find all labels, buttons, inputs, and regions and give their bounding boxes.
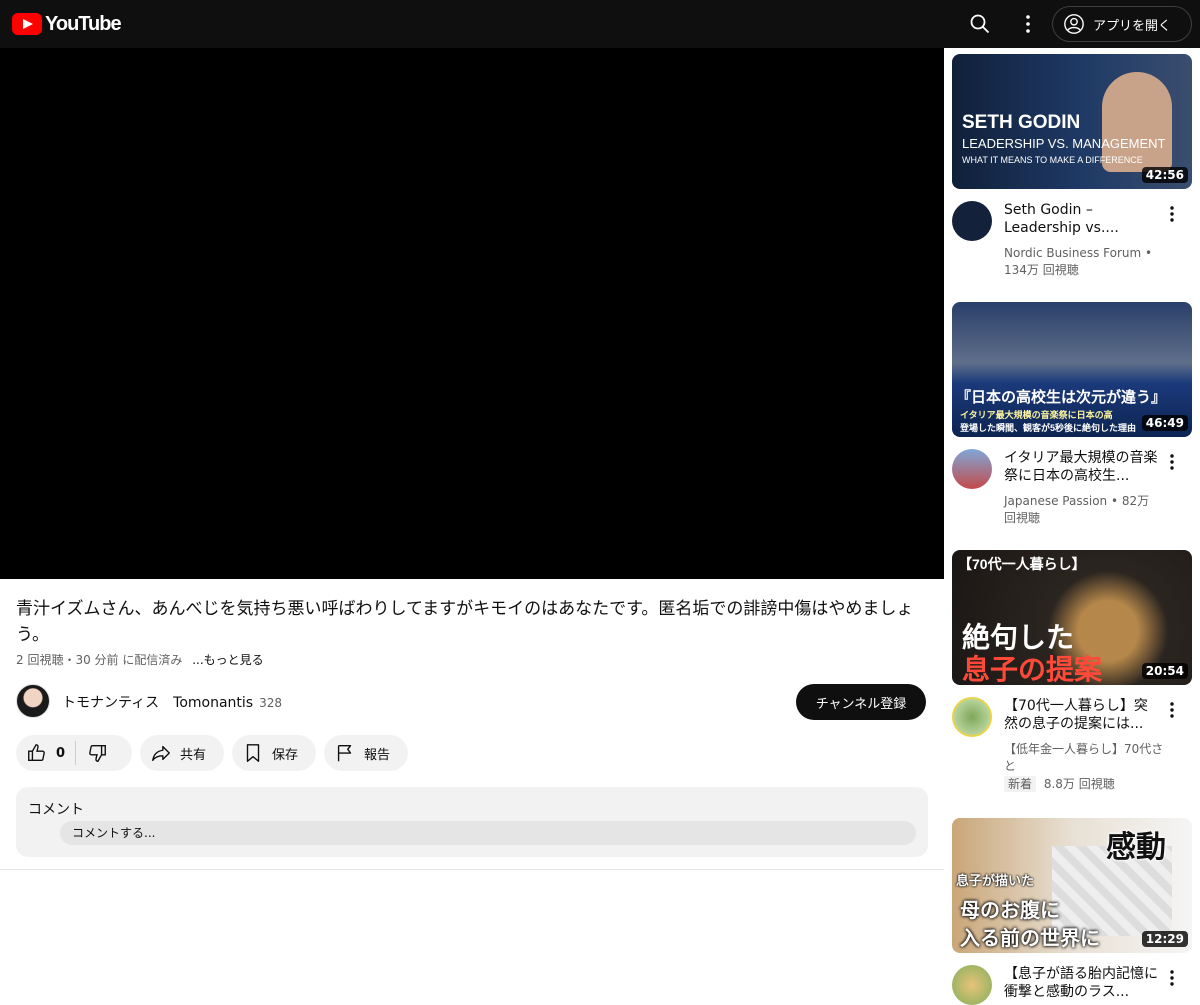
thumb-line: LEADERSHIP VS. MANAGEMENT [962, 136, 1166, 151]
subscribe-button[interactable]: チャンネル登録 [796, 684, 926, 720]
video-meta: 【低年金一人暮らし】70代さと 新着 8.8万 回視聴 [1004, 741, 1164, 793]
channel-name: Nordic Business Forum [1004, 246, 1142, 260]
channel-row: トモナンティス Tomonantis 328 チャンネル登録 [16, 684, 926, 720]
video-thumbnail[interactable]: 感動 息子が描いた 母のお腹に 入る前の世界に 12:29 [952, 818, 1192, 953]
save-label: 保存 [272, 747, 299, 763]
channel-avatar[interactable] [952, 965, 992, 1005]
thumb-line: 母のお腹に [960, 900, 1060, 922]
save-button[interactable]: 保存 [232, 735, 316, 771]
video-title: 青汁イズムさん、あんべじを気持ち悪い呼ばわりしてますがキモイのはあなたです。匿名… [16, 599, 914, 645]
duration-badge: 12:29 [1141, 931, 1188, 947]
logo-text: YouTube [45, 12, 122, 35]
thumb-line: 登場した瞬間、観客が5秒後に絶句した理由 [960, 423, 1137, 433]
account-icon [1064, 14, 1084, 34]
dislike-button[interactable] [86, 742, 108, 764]
more-vert-icon[interactable] [1164, 452, 1180, 472]
recommendation-item[interactable]: SETH GODIN LEADERSHIP VS. MANAGEMENT WHA… [952, 54, 1192, 294]
search-icon[interactable] [968, 12, 992, 36]
thumb-line: SETH GODIN [962, 112, 1081, 133]
comment-input[interactable]: コメントする... [60, 821, 916, 845]
video-thumbnail[interactable]: 【70代一人暮らし】 絶句した 息子の提案 20:54 [952, 550, 1192, 685]
bookmark-icon [246, 744, 260, 762]
more-vert-icon[interactable] [1164, 968, 1180, 988]
report-label: 報告 [364, 747, 391, 763]
open-app-label: アプリを開く [1093, 17, 1172, 33]
subscriber-count: 328 [259, 696, 283, 710]
channel-avatar[interactable] [16, 684, 50, 718]
thumb-line: 息子が描いた [956, 873, 1035, 888]
thumb-line: 感動 [1106, 831, 1166, 864]
video-meta: Japanese Passion • 82万 回視聴 [1004, 494, 1150, 525]
show-more-link[interactable]: ...もっと見る [192, 653, 263, 667]
video-title[interactable]: イタリア最大規模の音楽祭に日本の高校生... [1004, 449, 1160, 485]
report-button[interactable]: 報告 [324, 735, 408, 771]
video-title[interactable]: 【息子が語る胎内記憶に衝撃と感動のラス... [1004, 965, 1160, 1001]
thumb-line: イタリア最大規模の音楽祭に日本の高 [960, 410, 1113, 420]
share-button[interactable]: 共有 [140, 735, 224, 771]
thumbs-down-icon [89, 744, 106, 762]
more-vert-icon[interactable] [1016, 12, 1040, 36]
thumb-line: 【70代一人暮らし】 [958, 556, 1086, 572]
view-count: 8.8万 回視聴 [1043, 777, 1115, 791]
recommendations-sidebar: SETH GODIN LEADERSHIP VS. MANAGEMENT WHA… [944, 48, 1200, 1005]
like-count: 0 [56, 745, 66, 761]
duration-badge: 20:54 [1141, 663, 1188, 679]
more-vert-icon[interactable] [1164, 204, 1180, 224]
thumbs-up-icon [28, 744, 45, 762]
video-thumbnail[interactable]: SETH GODIN LEADERSHIP VS. MANAGEMENT WHA… [952, 54, 1192, 189]
open-app-button[interactable]: アプリを開く [1052, 6, 1192, 42]
like-dislike-group: 0 [16, 735, 132, 771]
top-bar: YouTube アプリを開く [0, 0, 1200, 48]
video-title[interactable]: 【70代一人暮らし】突然の息子の提案には... [1004, 697, 1160, 733]
duration-badge: 42:56 [1141, 167, 1188, 183]
duration-badge: 46:49 [1141, 415, 1188, 431]
comments-section: コメント コメントする... [16, 787, 928, 857]
channel-avatar[interactable] [952, 201, 992, 241]
channel-avatar[interactable] [952, 697, 992, 737]
like-button[interactable]: 0 [26, 742, 65, 764]
channel-name: 【低年金一人暮らし】70代さと [1004, 742, 1164, 773]
flag-icon [337, 744, 352, 762]
recommendation-item[interactable]: 【70代一人暮らし】 絶句した 息子の提案 20:54 【70代一人暮らし】突然… [952, 550, 1192, 812]
share-label: 共有 [180, 747, 207, 763]
thumb-line: 入る前の世界に [960, 928, 1100, 950]
section-divider [0, 869, 944, 870]
view-count: 134万 回視聴 [1004, 263, 1079, 277]
channel-name: トモナンティス Tomonantis [62, 695, 254, 711]
share-icon [152, 745, 170, 762]
channel-avatar[interactable] [952, 449, 992, 489]
youtube-logo[interactable]: YouTube [12, 12, 122, 36]
video-player[interactable] [0, 48, 944, 579]
thumb-line: WHAT IT MEANS TO MAKE A DIFFERENCE [962, 155, 1143, 165]
comments-title: コメント [28, 802, 84, 818]
video-title[interactable]: Seth Godin – Leadership vs.... [1004, 201, 1160, 237]
play-logo-icon [12, 13, 42, 35]
channel-info[interactable]: トモナンティス Tomonantis 328 [62, 692, 282, 712]
thumb-line: 息子の提案 [962, 654, 1103, 685]
recommendation-item[interactable]: 感動 息子が描いた 母のお腹に 入る前の世界に 12:29 【息子が語る胎内記憶… [952, 818, 1192, 1005]
video-meta: Nordic Business Forum • 134万 回視聴 [1004, 246, 1153, 277]
view-info: 2 回視聴・30 分前 に配信済み [16, 653, 183, 667]
channel-name: Japanese Passion [1004, 494, 1108, 508]
video-meta: 2 回視聴・30 分前 に配信済み ...もっと見る [16, 651, 264, 668]
thumb-line: 『日本の高校生は次元が違う』 [956, 389, 1167, 406]
more-vert-icon[interactable] [1164, 700, 1180, 720]
video-thumbnail[interactable]: 『日本の高校生は次元が違う』 イタリア最大規模の音楽祭に日本の高 登場した瞬間、… [952, 302, 1192, 437]
like-divider [75, 741, 77, 765]
recommendation-item[interactable]: 『日本の高校生は次元が違う』 イタリア最大規模の音楽祭に日本の高 登場した瞬間、… [952, 302, 1192, 542]
new-badge: 新着 [1004, 776, 1037, 792]
